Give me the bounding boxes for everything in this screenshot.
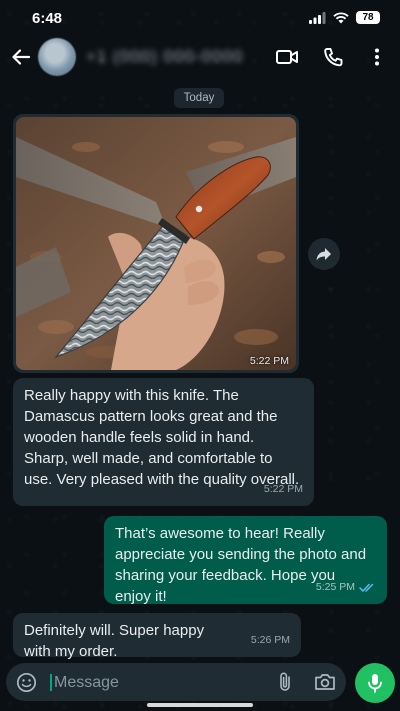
message-meta: 5:25 PM <box>316 577 376 598</box>
message-text: Really happy with this knife. The Damasc… <box>24 387 278 446</box>
message-text: Definitely will. Super happy with my ord… <box>24 622 205 660</box>
wifi-icon <box>333 11 349 23</box>
camera-icon[interactable] <box>314 672 336 691</box>
more-options-icon[interactable] <box>366 46 388 68</box>
message-time: 5:22 PM <box>249 355 289 367</box>
emoji-icon[interactable] <box>16 672 37 693</box>
status-bar: 6:48 78 <box>0 0 400 36</box>
mic-button[interactable] <box>355 663 395 703</box>
message-compose-bar <box>6 663 346 701</box>
forward-button[interactable] <box>308 238 340 270</box>
date-chip: Today <box>174 88 224 108</box>
message-bubble-outgoing[interactable]: That’s awesome to hear! Really appreciat… <box>104 516 387 605</box>
battery-indicator: 78 <box>356 11 380 24</box>
contact-name[interactable]: +1 (000) 000-0000 <box>86 47 243 67</box>
video-call-icon[interactable] <box>275 46 299 68</box>
message-bubble-incoming[interactable]: Really happy with this knife. The Damasc… <box>13 378 314 506</box>
status-time: 6:48 <box>32 10 63 27</box>
forward-icon <box>316 248 331 261</box>
attach-icon[interactable] <box>278 671 292 693</box>
voice-call-icon[interactable] <box>322 46 344 68</box>
image-message[interactable]: 5:22 PM <box>13 114 299 373</box>
status-icons: 78 <box>309 11 380 24</box>
avatar[interactable] <box>38 38 76 76</box>
message-time: 5:25 PM <box>315 581 355 593</box>
home-indicator <box>147 703 253 707</box>
message-time: 5:22 PM <box>263 483 303 495</box>
signal-icon <box>309 11 326 24</box>
chat-header: +1 (000) 000-0000 <box>0 36 400 80</box>
message-bubble-incoming[interactable]: Definitely will. Super happy with my ord… <box>13 613 301 660</box>
message-time: 5:26 PM <box>250 634 290 646</box>
knife-photo[interactable] <box>16 117 296 370</box>
message-text: Sharp, well made, and comfortable to use… <box>24 450 300 488</box>
read-ticks-icon <box>359 583 374 592</box>
message-input[interactable] <box>52 668 266 698</box>
mic-icon <box>368 674 382 693</box>
back-arrow-icon[interactable] <box>10 46 32 68</box>
